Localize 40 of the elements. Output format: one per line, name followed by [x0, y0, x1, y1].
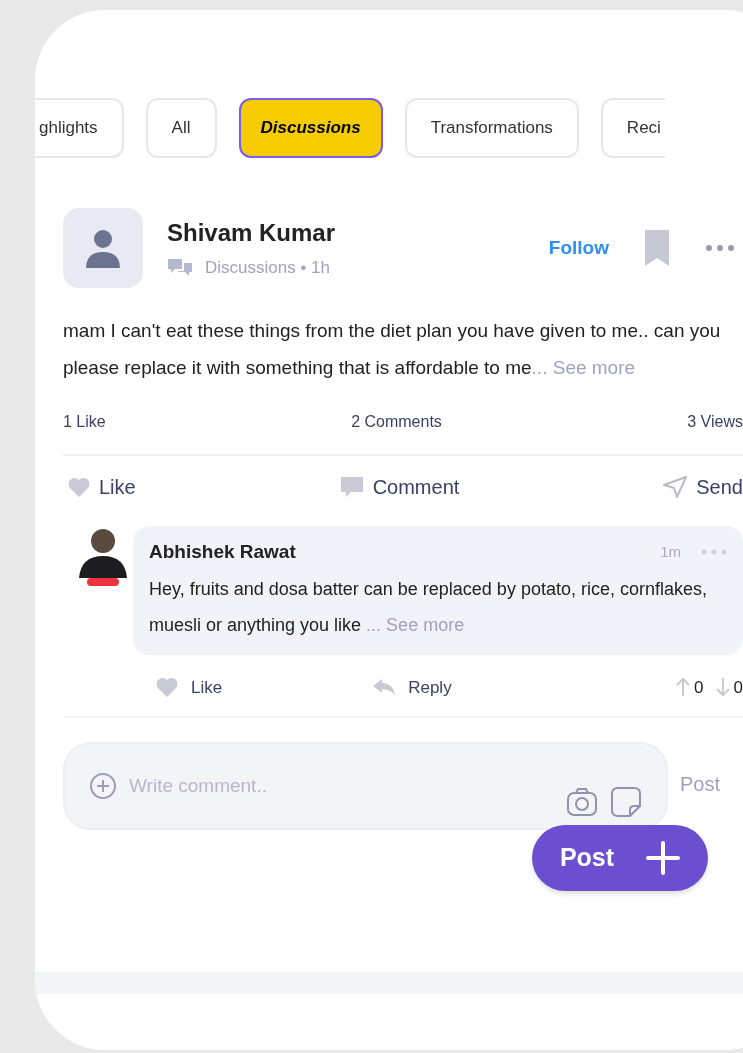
bookmark-icon[interactable]: [645, 230, 669, 266]
post-stat: 3 Views: [687, 412, 743, 432]
up-arrow-icon[interactable]: [676, 677, 691, 698]
camera-icon[interactable]: [566, 787, 598, 817]
author-name: Shivam Kumar: [167, 218, 337, 249]
more-icon[interactable]: [701, 549, 727, 556]
person-icon: [84, 228, 122, 268]
reply-arrow-icon: [372, 678, 397, 697]
reply-button[interactable]: Reply: [372, 674, 452, 700]
comment-text: Hey, fruits and dosa batter can be replaced by potato, rice, cornflakes, muesli or anything you like ... See more: [149, 577, 708, 637]
comment-time: 1m: [660, 542, 681, 562]
post-stat: 2 Comments: [351, 412, 442, 432]
plus-icon: [646, 841, 681, 875]
filter-tab[interactable]: ghlights: [35, 98, 124, 158]
like-button[interactable]: Like: [67, 472, 136, 502]
discussion-icon: [167, 258, 193, 278]
comment-input-field[interactable]: Write comment..: [63, 742, 668, 830]
post-meta: Discussions • 1h: [205, 257, 330, 280]
down-arrow-icon[interactable]: [715, 677, 730, 698]
filter-tab[interactable]: All: [145, 98, 217, 158]
post-stat: 1 Like: [63, 412, 106, 432]
post-text: mam I can't eat these things from the diet plan you have given to me.. can you please replace it with something that is affordable to me... See more: [63, 319, 722, 380]
filter-tab[interactable]: Discussions: [238, 98, 383, 158]
upvote-count: 0: [694, 676, 704, 699]
speech-bubble-icon: [338, 475, 365, 499]
add-icon[interactable]: [89, 772, 117, 800]
heart-icon: [155, 676, 179, 699]
like-button[interactable]: Like: [155, 674, 223, 700]
send-button[interactable]: Send: [662, 472, 743, 502]
comment-author: Abhishek Rawat: [149, 540, 297, 564]
post-button[interactable]: Post: [532, 825, 708, 891]
more-icon[interactable]: [705, 244, 735, 252]
comment-button[interactable]: Comment: [338, 472, 460, 502]
comment-input[interactable]: Write comment..: [129, 771, 566, 801]
heart-icon: [67, 476, 91, 498]
send-icon: [662, 475, 689, 499]
downvote-count: 0: [733, 676, 743, 699]
filter-tab[interactable]: Transformations: [404, 98, 579, 158]
sticker-icon[interactable]: [610, 786, 642, 818]
filter-tab[interactable]: Reci: [600, 98, 665, 158]
